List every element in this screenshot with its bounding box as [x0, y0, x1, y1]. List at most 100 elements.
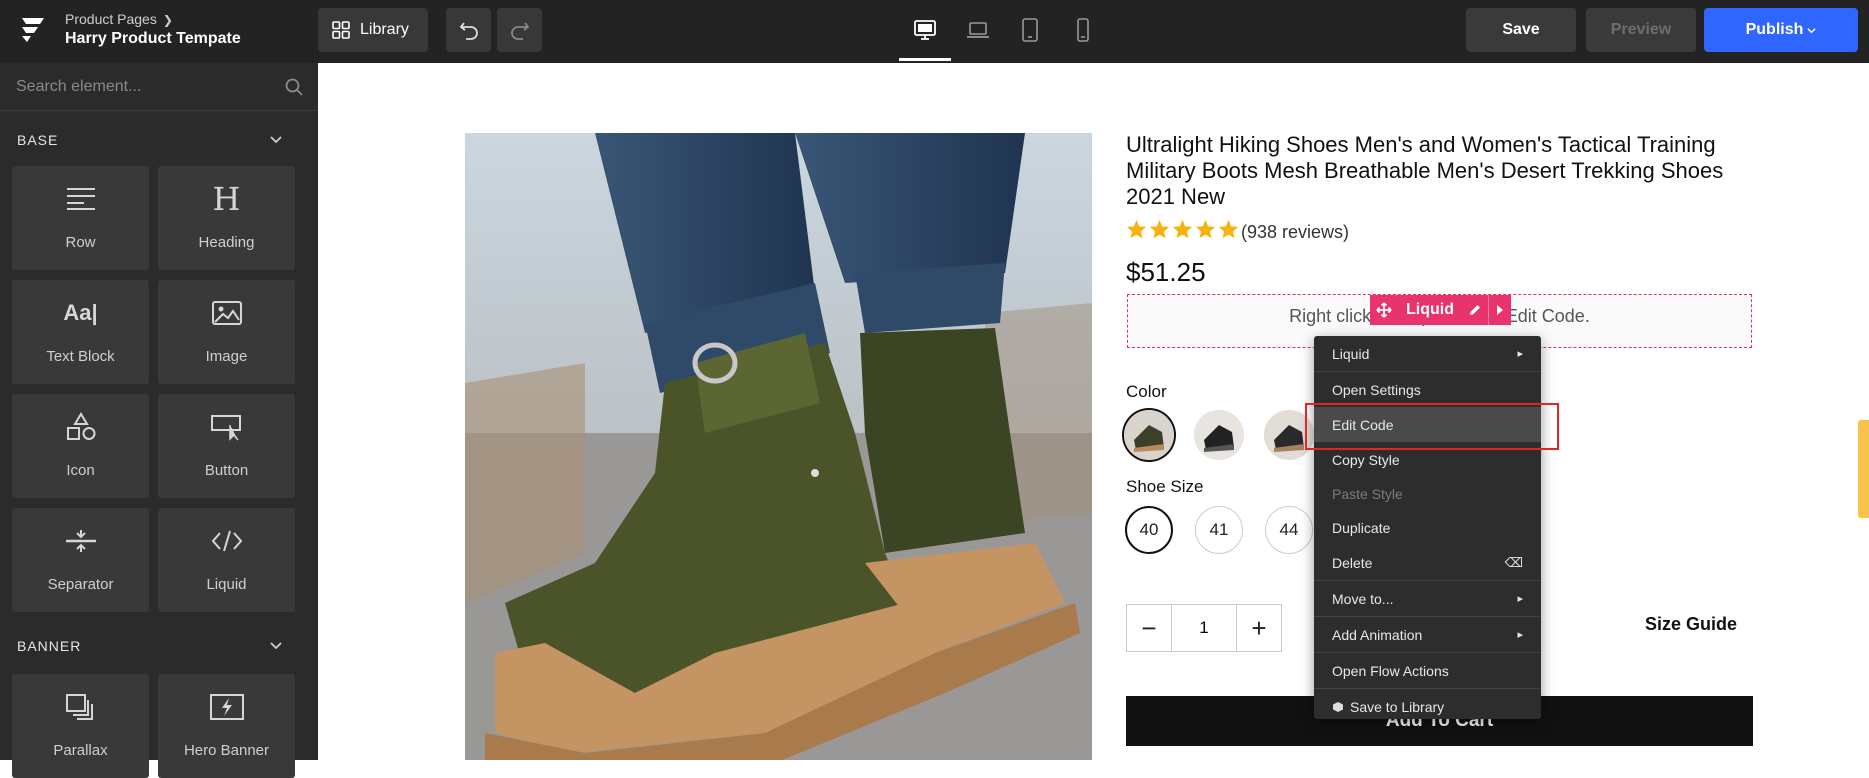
- tile-label: Hero Banner: [183, 742, 270, 759]
- save-button[interactable]: Save: [1466, 8, 1576, 52]
- laptop-view-button[interactable]: [952, 12, 1004, 48]
- undo-icon: [459, 22, 478, 40]
- heading-icon: H: [212, 180, 241, 218]
- element-tile-parallax[interactable]: Parallax: [12, 674, 149, 778]
- element-tile-liquid[interactable]: Liquid: [158, 508, 295, 612]
- tile-label: Text Block: [46, 348, 115, 365]
- element-tile-button[interactable]: Button: [158, 394, 295, 498]
- element-tile-text-block[interactable]: Aa| Text Block: [12, 280, 149, 384]
- liquid-badge[interactable]: Liquid: [1398, 295, 1462, 325]
- search-icon[interactable]: [284, 77, 304, 97]
- tile-label: Icon: [66, 462, 95, 479]
- menu-item-duplicate[interactable]: Duplicate: [1314, 510, 1541, 545]
- product-price: $51.25: [1126, 257, 1206, 287]
- text-block-icon: Aa|: [63, 300, 98, 325]
- button-icon: [210, 415, 241, 441]
- menu-item-open-flow-actions[interactable]: Open Flow Actions: [1314, 653, 1541, 688]
- tile-label: Parallax: [53, 742, 108, 759]
- pencil-icon: [1469, 305, 1480, 315]
- library-button[interactable]: Library: [318, 8, 428, 52]
- tablet-icon: [1022, 18, 1038, 42]
- color-swatch[interactable]: [1124, 410, 1174, 460]
- quantity-value[interactable]: 1: [1171, 605, 1237, 651]
- review-count[interactable]: (938 reviews): [1241, 222, 1349, 243]
- search-input[interactable]: [0, 63, 318, 111]
- app-logo-icon: [22, 18, 44, 42]
- tile-label: Heading: [198, 234, 255, 251]
- desktop-icon: [914, 20, 936, 40]
- library-box-icon: [1333, 701, 1343, 712]
- move-handle[interactable]: [1370, 295, 1398, 325]
- menu-item-save-to-library[interactable]: Save to Library: [1314, 689, 1541, 724]
- increase-button[interactable]: +: [1237, 605, 1281, 651]
- menu-item-label: Delete: [1332, 554, 1373, 571]
- chevron-down-icon: [270, 136, 282, 144]
- element-tile-image[interactable]: Image: [158, 280, 295, 384]
- menu-item-label: Add Animation: [1332, 626, 1423, 643]
- desktop-view-button[interactable]: [899, 12, 951, 61]
- redo-icon: [510, 22, 529, 40]
- size-guide-link[interactable]: Size Guide: [1645, 614, 1737, 635]
- product-title: Ultralight Hiking Shoes Men's and Women'…: [1126, 132, 1724, 209]
- redo-button[interactable]: [497, 8, 542, 52]
- star-icon: [1126, 219, 1147, 239]
- product-image[interactable]: [465, 133, 1092, 760]
- shoe-size-label: Shoe Size: [1126, 477, 1204, 496]
- breadcrumb-label[interactable]: Product Pages: [65, 11, 157, 27]
- tile-label: Liquid: [206, 576, 247, 593]
- menu-item-liquid[interactable]: Liquid ▸: [1314, 336, 1541, 371]
- swatch-thumbnail: [1194, 410, 1244, 460]
- mobile-view-button[interactable]: [1057, 12, 1109, 48]
- liquid-element-toolbar: Liquid: [1370, 295, 1511, 325]
- section-banner-header[interactable]: BANNER: [0, 631, 318, 661]
- caret-right-icon: ▸: [1517, 593, 1523, 605]
- section-base-header[interactable]: BASE: [0, 125, 318, 155]
- preview-button[interactable]: Preview: [1586, 8, 1696, 52]
- size-option[interactable]: 41: [1195, 506, 1243, 554]
- element-tile-hero-banner[interactable]: Hero Banner: [158, 674, 295, 778]
- publish-button[interactable]: Publish: [1704, 8, 1858, 52]
- rating-stars: [1126, 219, 1239, 239]
- element-search: [0, 63, 318, 111]
- move-icon: [1376, 302, 1392, 318]
- caret-right-icon: ▸: [1517, 348, 1523, 360]
- star-icon: [1149, 219, 1170, 239]
- hiking-boot-photo: [465, 133, 1092, 760]
- hero-banner-icon: [209, 694, 244, 720]
- page-title: Harry Product Tempate: [65, 30, 241, 47]
- decrease-button[interactable]: −: [1127, 605, 1171, 651]
- breadcrumb[interactable]: Product Pages ❯: [65, 11, 173, 27]
- chevron-down-icon: [270, 642, 282, 650]
- publish-label: Publish: [1745, 21, 1804, 38]
- size-option[interactable]: 40: [1125, 506, 1173, 554]
- side-panel-tab[interactable]: [1858, 420, 1869, 518]
- section-title: BANNER: [17, 638, 82, 654]
- tile-label: Separator: [47, 576, 114, 593]
- menu-item-open-settings[interactable]: Open Settings: [1314, 372, 1541, 407]
- context-menu: Liquid ▸ Open Settings Edit Code Copy Sty…: [1314, 336, 1541, 719]
- tile-label: Image: [205, 348, 248, 365]
- menu-item-delete[interactable]: Delete ⌫: [1314, 545, 1541, 580]
- menu-item-label: Save to Library: [1350, 698, 1445, 715]
- element-tile-heading[interactable]: H Heading: [158, 166, 295, 270]
- caret-right-icon: [1496, 305, 1503, 315]
- element-tile-separator[interactable]: Separator: [12, 508, 149, 612]
- color-swatch[interactable]: [1194, 410, 1244, 460]
- element-sidebar: BASE Row H Heading Aa| Text Block Image …: [0, 63, 318, 778]
- tablet-view-button[interactable]: [1004, 12, 1056, 48]
- menu-item-add-animation[interactable]: Add Animation ▸: [1314, 617, 1541, 652]
- code-icon: [211, 530, 242, 552]
- size-option[interactable]: 44: [1265, 506, 1313, 554]
- parallax-icon: [65, 694, 93, 720]
- element-tile-row[interactable]: Row: [12, 166, 149, 270]
- section-title: BASE: [17, 132, 59, 148]
- menu-item-paste-style[interactable]: Paste Style: [1314, 476, 1541, 511]
- element-tile-icon[interactable]: Icon: [12, 394, 149, 498]
- caret-right-icon: ▸: [1517, 629, 1523, 641]
- edit-button[interactable]: [1462, 295, 1488, 325]
- expand-button[interactable]: [1487, 295, 1511, 325]
- quantity-stepper: − 1 +: [1126, 604, 1282, 652]
- undo-button[interactable]: [446, 8, 491, 52]
- chevron-down-icon: [1807, 27, 1816, 33]
- menu-item-move-to[interactable]: Move to... ▸: [1314, 581, 1541, 616]
